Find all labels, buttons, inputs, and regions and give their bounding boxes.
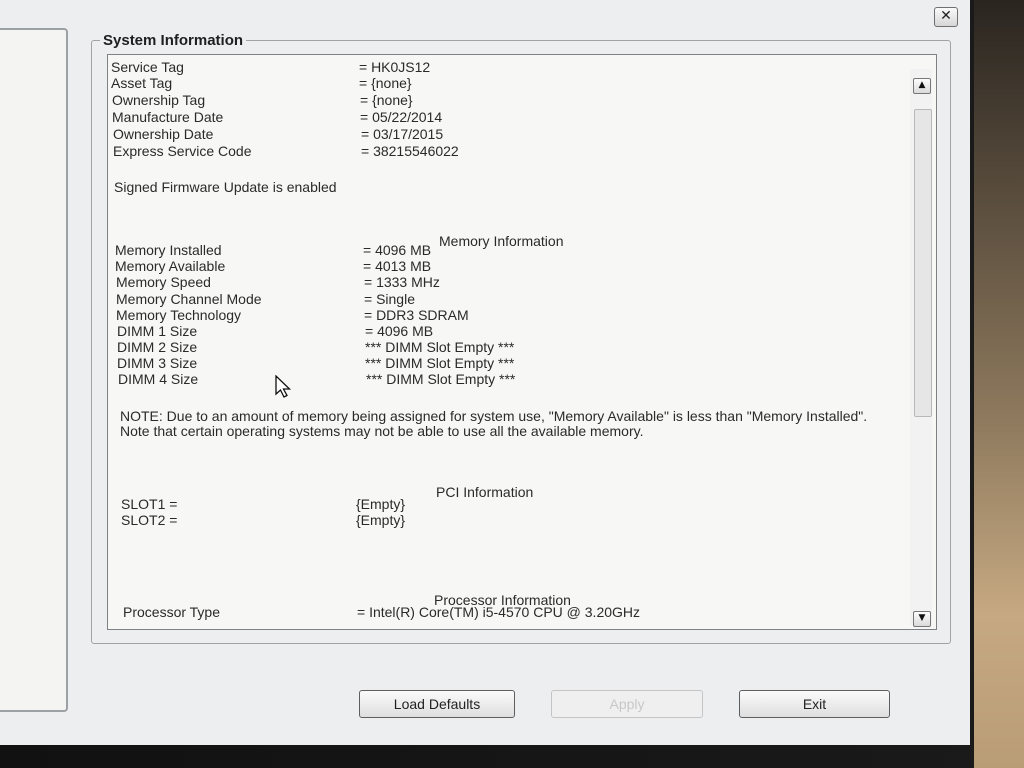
info-value: {Empty} bbox=[356, 512, 406, 528]
info-label: Memory Technology bbox=[116, 307, 242, 323]
info-value: = {none} bbox=[360, 92, 413, 108]
info-label: Memory Installed bbox=[115, 242, 222, 258]
info-label: Express Service Code bbox=[113, 143, 252, 159]
info-label: Service Tag bbox=[111, 59, 184, 75]
system-information-panel[interactable]: Service Tag = HK0JS12 Asset Tag = {none}… bbox=[107, 54, 937, 630]
info-label: SLOT1 = bbox=[121, 496, 178, 512]
info-label: DIMM 2 Size bbox=[117, 339, 198, 355]
info-label: SLOT2 = bbox=[121, 512, 178, 528]
info-label: Ownership Tag bbox=[112, 92, 206, 108]
exit-button[interactable]: Exit bbox=[739, 690, 890, 718]
info-value: = 4013 MB bbox=[363, 258, 432, 274]
info-value: = Single bbox=[364, 291, 415, 307]
info-value: = Intel(R) Core(TM) i5-4570 CPU @ 3.20GH… bbox=[357, 604, 641, 620]
close-icon: ✕ bbox=[940, 8, 952, 24]
info-content: Service Tag = HK0JS12 Asset Tag = {none}… bbox=[108, 55, 898, 629]
scroll-up-button[interactable]: ▲ bbox=[913, 78, 931, 94]
info-label: Memory Channel Mode bbox=[116, 291, 262, 307]
info-label: Memory Available bbox=[115, 258, 226, 274]
background-desk bbox=[974, 0, 1024, 768]
scrollbar-thumb[interactable] bbox=[914, 109, 932, 417]
info-value: *** DIMM Slot Empty *** bbox=[366, 371, 516, 387]
info-value: = 05/22/2014 bbox=[360, 109, 443, 125]
info-value: {Empty} bbox=[356, 496, 406, 512]
info-label: Asset Tag bbox=[111, 75, 173, 91]
info-value: = 03/17/2015 bbox=[361, 126, 444, 142]
info-label: Manufacture Date bbox=[112, 109, 224, 125]
arrow-up-icon: ▲ bbox=[918, 80, 926, 90]
info-value: = 1333 MHz bbox=[364, 274, 440, 290]
memory-note: NOTE: Due to an amount of memory being a… bbox=[120, 408, 868, 439]
info-value: *** DIMM Slot Empty *** bbox=[365, 339, 515, 355]
mouse-pointer-icon bbox=[275, 375, 292, 398]
info-value: = HK0JS12 bbox=[359, 59, 431, 75]
info-label: DIMM 4 Size bbox=[118, 371, 199, 387]
info-label: Processor Type bbox=[123, 604, 221, 620]
info-label: Memory Speed bbox=[116, 274, 211, 290]
firmware-status: Signed Firmware Update is enabled bbox=[114, 179, 337, 195]
memory-heading: Memory Information bbox=[439, 233, 564, 249]
info-value: *** DIMM Slot Empty *** bbox=[365, 355, 515, 371]
bios-screen: ✕ System Information Service Tag = HK0JS… bbox=[0, 0, 970, 745]
group-title: System Information bbox=[100, 32, 247, 49]
info-value: = 4096 MB bbox=[365, 323, 434, 339]
vertical-scrollbar[interactable]: ▲ ▼ bbox=[910, 69, 932, 627]
info-value: = DDR3 SDRAM bbox=[364, 307, 469, 323]
close-button[interactable]: ✕ bbox=[934, 7, 958, 27]
arrow-down-icon: ▼ bbox=[918, 613, 926, 623]
info-label: Ownership Date bbox=[113, 126, 214, 142]
scroll-down-button[interactable]: ▼ bbox=[913, 611, 931, 627]
info-value: = 4096 MB bbox=[363, 242, 432, 258]
load-defaults-button[interactable]: Load Defaults bbox=[359, 690, 515, 718]
pci-heading: PCI Information bbox=[436, 484, 534, 500]
apply-button[interactable]: Apply bbox=[551, 690, 703, 718]
settings-tree-pane[interactable] bbox=[0, 28, 68, 712]
info-label: DIMM 1 Size bbox=[117, 323, 198, 339]
info-label: DIMM 3 Size bbox=[117, 355, 198, 371]
info-value: = {none} bbox=[359, 75, 412, 91]
info-value: = 38215546022 bbox=[361, 143, 459, 159]
